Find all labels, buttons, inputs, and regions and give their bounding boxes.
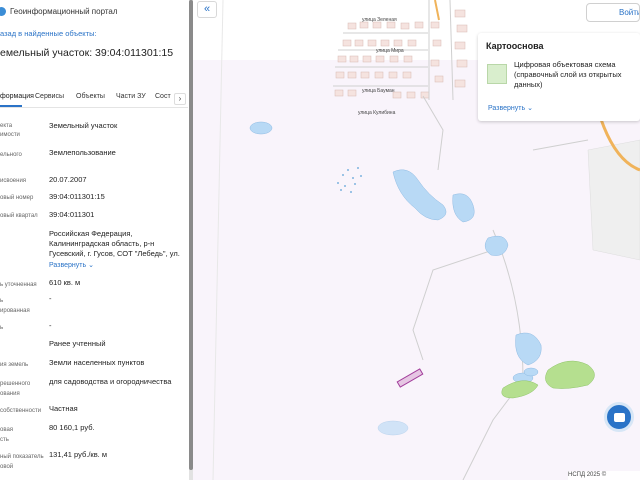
tab-information[interactable]: формация (0, 93, 34, 100)
prop-value: 80 160,1 руб. (49, 423, 95, 432)
prop-label: сть (0, 437, 9, 443)
prop-value: - (49, 294, 52, 303)
chevron-down-icon: ⌄ (88, 262, 94, 269)
prop-value: для садоводства и огородничества (49, 377, 172, 386)
prop-value: 39:04:011301 (49, 210, 95, 219)
tab-parts[interactable]: Части ЗУ (116, 93, 146, 100)
prop-value: - (49, 321, 52, 330)
chevron-down-icon: ⌄ (527, 105, 533, 112)
street-label: улица Кулибина (358, 110, 396, 116)
prop-label: овой (0, 464, 14, 470)
info-panel: Геоинформационный портал азад в найденны… (0, 0, 192, 480)
portal-title[interactable]: Геоинформационный портал (10, 7, 118, 16)
prop-value: 39:04:011301:15 (49, 192, 105, 201)
tab-services[interactable]: Сервисы (35, 93, 64, 100)
basemap-card: Картооснова Цифровая объектовая схема (с… (478, 33, 640, 121)
prop-value-address: Российская Федерация, Калининградская об… (49, 229, 180, 258)
basemap-expand-link[interactable]: Развернуть ⌄ (488, 104, 533, 112)
prop-label: ия земель (0, 362, 29, 368)
address-expand-link[interactable]: Развернуть ⌄ (49, 261, 187, 271)
login-button[interactable]: Войти (586, 3, 640, 22)
prop-label: ования (0, 391, 20, 397)
tabs-bar: формация Сервисы Объекты Части ЗУ Сост (0, 93, 192, 107)
prop-value: Ранее учтенный (49, 339, 106, 348)
prop-label: имости (0, 132, 20, 138)
prop-value: 610 кв. м (49, 278, 81, 287)
back-to-results-link[interactable]: азад в найденные объекты: (0, 29, 97, 38)
prop-value: 20.07.2007 (49, 175, 87, 184)
collapse-panel-button[interactable]: « (197, 1, 217, 18)
prop-value: 131,41 руб./кв. м (49, 450, 107, 459)
prop-label: ный показатель (0, 454, 44, 460)
basemap-expand-label: Развернуть (488, 105, 526, 112)
prop-label: ь (0, 325, 4, 331)
prop-value: Землепользование (49, 148, 116, 157)
parcel-title: емельный участок: 39:04:011301:15 (0, 47, 174, 59)
panel-header: Геоинформационный портал (0, 4, 118, 18)
chat-support-button[interactable] (604, 402, 634, 432)
portal-logo-icon (0, 6, 6, 16)
prop-label: ированная (0, 308, 30, 314)
expand-link-label: Развернуть (49, 262, 87, 269)
tab-composition[interactable]: Сост (155, 93, 171, 100)
prop-label: овая (0, 427, 14, 433)
prop-label: овый номер (0, 195, 34, 201)
map-attribution: НСПД 2025 © (568, 471, 640, 480)
urban-block (587, 139, 640, 261)
street-label: улица Бауман (362, 88, 395, 94)
tab-objects[interactable]: Объекты (76, 93, 105, 100)
street-label: улица Зеленая (362, 17, 397, 23)
prop-value: Земельный участок (49, 121, 118, 130)
prop-label: ь уточненная (0, 282, 37, 288)
prop-label: решенного (0, 381, 31, 387)
tabs-scroll-right-button[interactable]: › (174, 93, 186, 105)
tabs-divider (0, 107, 188, 108)
prop-label: ельного (0, 152, 22, 158)
basemap-description: Цифровая объектовая схема (справочный сл… (514, 60, 622, 89)
prop-value: Земли населенных пунктов (49, 358, 145, 367)
prop-label: ь (0, 298, 4, 304)
street-label: улица Мира (376, 48, 404, 54)
prop-label: собственности (0, 408, 42, 414)
prop-label: овый квартал (0, 213, 38, 219)
basemap-title: Картооснова (486, 41, 544, 51)
basemap-thumbnail-icon[interactable] (487, 64, 507, 84)
prop-label: исвоения (0, 178, 27, 184)
prop-value: Частная (49, 404, 78, 413)
